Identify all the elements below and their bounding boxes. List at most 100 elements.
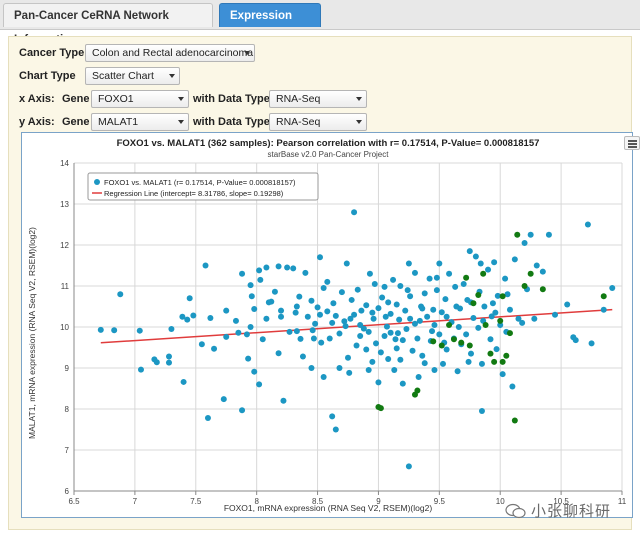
data-point — [360, 325, 367, 332]
data-point — [381, 283, 388, 290]
data-point — [588, 340, 595, 347]
data-point — [263, 315, 270, 322]
y-gene-select[interactable]: MALAT1 — [91, 113, 189, 131]
data-point — [455, 324, 462, 330]
y-tick-label: 12 — [60, 241, 69, 250]
cancer-type-select[interactable]: Colon and Rectal adenocarcinoma — [85, 44, 255, 62]
tab-cerna-network[interactable]: Pan-Cancer CeRNA Network Information — [3, 3, 213, 46]
data-point-highlight — [414, 387, 421, 394]
tab-expression-profile[interactable]: Expression Profile — [219, 3, 321, 46]
data-point — [312, 320, 319, 327]
data-point — [465, 358, 472, 365]
data-point — [421, 360, 428, 367]
data-point-highlight — [438, 342, 445, 349]
data-point-highlight — [487, 350, 494, 357]
x-gene-select[interactable]: FOXO1 — [91, 90, 189, 108]
data-point — [239, 407, 246, 414]
data-point — [552, 311, 559, 318]
data-point — [475, 324, 482, 331]
data-point — [572, 337, 579, 344]
data-point — [499, 371, 506, 378]
data-point — [336, 365, 343, 371]
chart-type-value: Scatter Chart — [92, 70, 154, 82]
data-point — [278, 307, 285, 314]
data-point — [531, 315, 538, 322]
data-point — [426, 275, 433, 282]
data-point-highlight — [470, 300, 477, 307]
data-point — [478, 408, 485, 415]
data-point-highlight — [600, 293, 607, 300]
data-point — [308, 297, 315, 304]
y-tick-label: 6 — [65, 487, 70, 496]
data-point — [329, 413, 336, 420]
data-point — [429, 328, 436, 335]
data-point — [391, 367, 398, 374]
data-point — [392, 336, 399, 343]
data-point — [153, 359, 160, 366]
data-point — [353, 342, 360, 349]
data-point — [299, 353, 306, 360]
x-tick-label: 11 — [618, 497, 627, 506]
data-point — [415, 374, 422, 381]
data-point-highlight — [506, 330, 513, 337]
data-point — [439, 360, 446, 367]
scatter-chart: FOXO1 vs. MALAT1 (362 samples): Pearson … — [27, 138, 627, 513]
data-point — [357, 333, 364, 340]
x-axis-label: x Axis: — [19, 93, 55, 105]
data-point — [481, 303, 488, 310]
chart-legend[interactable]: FOXO1 vs. MALAT1 (r= 0.17514, P-Value= 0… — [87, 172, 319, 201]
data-point-highlight — [377, 405, 384, 412]
y-data-type-select[interactable]: RNA-Seq — [269, 113, 367, 131]
chart-type-label: Chart Type — [19, 70, 76, 82]
data-point — [239, 270, 246, 277]
data-point — [383, 323, 390, 330]
data-point — [232, 317, 239, 324]
data-point — [165, 359, 172, 366]
data-point — [411, 269, 418, 276]
x-data-type-select[interactable]: RNA-Seq — [269, 90, 367, 108]
chart-title: FOXO1 vs. MALAT1 (362 samples): Pearson … — [117, 138, 540, 149]
watermark: 小张聊科研 — [505, 500, 611, 521]
data-point — [136, 327, 143, 334]
data-point-highlight — [466, 342, 473, 349]
data-point-highlight — [503, 352, 510, 359]
data-point — [326, 335, 333, 342]
data-point — [424, 313, 431, 320]
data-point — [137, 366, 144, 373]
data-point — [330, 300, 337, 307]
data-point — [407, 293, 414, 300]
data-point-highlight — [430, 338, 437, 345]
data-point-highlight — [499, 293, 506, 300]
data-point — [293, 328, 300, 335]
data-point — [369, 309, 376, 316]
data-point — [275, 350, 282, 357]
data-point — [443, 346, 450, 353]
data-point — [338, 289, 345, 296]
data-point — [397, 283, 404, 289]
data-point-highlight — [475, 292, 482, 299]
data-point — [487, 336, 494, 343]
chart-type-select[interactable]: Scatter Chart — [85, 67, 180, 85]
data-point — [278, 313, 285, 320]
data-point — [385, 299, 392, 306]
x-tick-label: 7 — [133, 497, 138, 506]
data-point — [271, 288, 278, 295]
data-point-highlight — [491, 358, 498, 365]
data-point — [363, 346, 370, 353]
data-point — [265, 299, 272, 306]
data-point — [168, 326, 175, 333]
data-point — [223, 333, 230, 340]
data-point — [320, 374, 327, 381]
data-point — [97, 326, 104, 333]
data-point — [296, 293, 303, 300]
data-point-highlight — [480, 270, 487, 277]
data-point — [284, 264, 291, 271]
data-point — [369, 358, 376, 365]
x-data-type-value: RNA-Seq — [276, 93, 321, 105]
data-point — [477, 260, 484, 267]
data-point — [414, 335, 421, 342]
data-point-highlight — [458, 339, 465, 346]
data-point — [409, 347, 416, 354]
data-point — [393, 301, 400, 308]
data-point — [332, 312, 339, 319]
